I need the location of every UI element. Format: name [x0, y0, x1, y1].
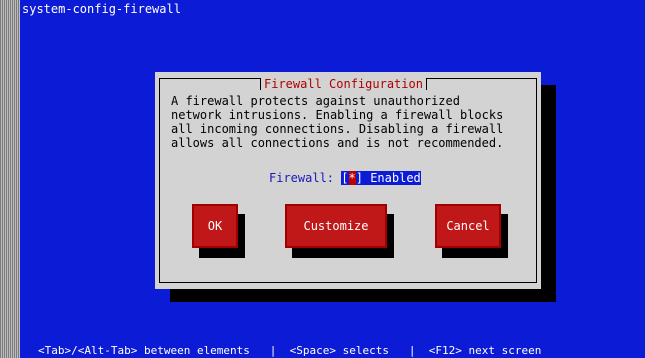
cancel-button[interactable]: Cancel — [435, 204, 501, 248]
firewall-label: Firewall: — [269, 171, 335, 185]
terminal-title: system-config-firewall — [22, 2, 181, 16]
firewall-checkbox[interactable]: [*] — [341, 171, 363, 185]
dialog-message: A firewall protects against unauthorized… — [171, 94, 503, 150]
message-line: allows all connections and is not recomm… — [171, 136, 504, 150]
customize-button-label: Customize — [303, 219, 369, 233]
firewall-value-text: Enabled — [370, 171, 421, 185]
window-left-edge — [0, 0, 20, 358]
firewall-dialog: Firewall Configuration A firewall protec… — [155, 72, 541, 289]
screen: system-config-firewall Firewall Configur… — [0, 0, 645, 358]
checkbox-open-bracket: [ — [341, 171, 349, 185]
dialog-title: Firewall Configuration — [260, 77, 427, 91]
message-line: network intrusions. Enabling a firewall … — [171, 108, 504, 122]
ok-button-label: OK — [207, 219, 223, 233]
help-footer: <Tab>/<Alt-Tab> between elements | <Spac… — [38, 344, 542, 357]
firewall-value[interactable]: Enabled — [362, 171, 421, 185]
customize-button[interactable]: Customize — [285, 204, 387, 248]
firewall-row: Firewall: [*] Enabled — [269, 171, 421, 185]
ok-button[interactable]: OK — [192, 204, 238, 248]
message-line: A firewall protects against unauthorized — [171, 94, 460, 108]
message-line: all incoming connections. Disabling a fi… — [171, 122, 504, 136]
cancel-button-label: Cancel — [446, 219, 490, 233]
checkbox-mark: * — [348, 171, 356, 185]
terminal-window: system-config-firewall Firewall Configur… — [20, 0, 645, 358]
checkbox-close-bracket: ] — [355, 171, 363, 185]
